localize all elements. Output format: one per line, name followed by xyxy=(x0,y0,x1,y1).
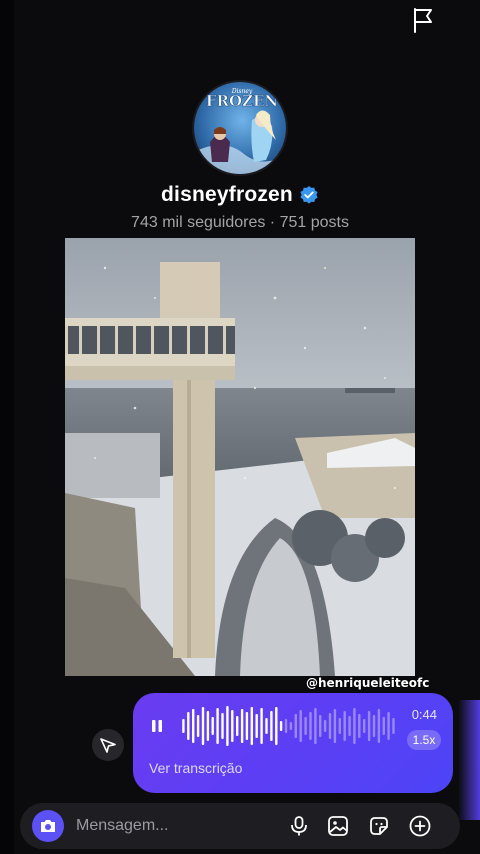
message-composer xyxy=(20,803,460,849)
waveform-bar xyxy=(377,709,381,743)
waveform-bar xyxy=(265,718,268,734)
waveform-bar xyxy=(382,717,385,735)
waveform-bar xyxy=(323,720,327,732)
waveform-bar xyxy=(328,713,332,739)
waveform-bar xyxy=(294,714,297,738)
waveform-bar xyxy=(211,717,214,735)
waveform-bar xyxy=(240,709,244,743)
plus-icon[interactable] xyxy=(408,814,432,838)
waveform-bar xyxy=(236,716,239,736)
flag-icon[interactable] xyxy=(410,6,436,34)
image-icon[interactable] xyxy=(326,814,350,838)
camera-icon[interactable] xyxy=(32,810,64,842)
waveform-bar xyxy=(182,719,185,733)
playback-speed-button[interactable]: 1.5x xyxy=(407,730,441,750)
waveform-bar xyxy=(255,714,258,738)
waveform-bar xyxy=(299,710,302,742)
waveform-bar xyxy=(309,712,312,740)
waveform-bar xyxy=(363,719,366,733)
username-row: disneyfrozen xyxy=(0,183,480,207)
waveform-bar xyxy=(270,711,273,741)
waveform-bar xyxy=(250,707,253,745)
waveform-bar xyxy=(353,708,356,744)
waveform-bar xyxy=(387,712,390,740)
waveform-bar xyxy=(201,707,205,745)
waveform-bar xyxy=(196,715,200,737)
pause-icon[interactable] xyxy=(150,718,164,734)
waveform-bar xyxy=(333,709,337,743)
waveform-bar xyxy=(289,722,293,730)
waveform-bar xyxy=(319,715,322,737)
profile-avatar[interactable]: Disney FROZEN xyxy=(192,80,288,176)
waveform-bar xyxy=(221,713,224,739)
waveform-bar xyxy=(216,708,219,744)
message-input[interactable] xyxy=(76,803,276,849)
waveform-bar xyxy=(392,718,395,734)
side-glow xyxy=(458,700,480,820)
sticker-icon[interactable] xyxy=(367,814,391,838)
post-watermark: @henriqueleiteofc xyxy=(306,676,430,690)
waveform-bar xyxy=(260,708,263,744)
left-edge xyxy=(0,0,14,854)
dm-thread-screen: Disney FROZEN disneyfrozen 743 mil segui… xyxy=(0,0,480,854)
username[interactable]: disneyfrozen xyxy=(161,183,293,207)
waveform-bar xyxy=(275,707,278,745)
waveform-bar xyxy=(192,709,195,743)
waveform-bar xyxy=(314,708,317,744)
microphone-icon[interactable] xyxy=(287,814,311,838)
send-icon[interactable] xyxy=(92,729,124,761)
waveform-bar xyxy=(358,714,361,738)
waveform-bar xyxy=(206,711,210,741)
waveform-bar xyxy=(231,710,234,742)
waveform-bar xyxy=(343,711,346,741)
waveform-bar xyxy=(279,721,283,731)
waveform-bar xyxy=(226,706,229,746)
audio-waveform[interactable] xyxy=(181,705,396,747)
avatar-logo-text: FROZEN xyxy=(206,92,279,110)
waveform-bar xyxy=(338,718,341,734)
verified-badge-icon xyxy=(300,186,318,204)
waveform-bar xyxy=(187,712,190,740)
waveform-bar xyxy=(367,711,371,741)
shared-post-image[interactable] xyxy=(65,238,415,676)
waveform-bar xyxy=(284,719,288,733)
waveform-bar xyxy=(372,715,376,737)
voice-duration: 0:44 xyxy=(411,707,437,722)
waveform-bar xyxy=(245,712,249,740)
profile-stats: 743 mil seguidores · 751 posts xyxy=(131,214,349,231)
view-transcript-link[interactable]: Ver transcrição xyxy=(149,760,242,776)
waveform-bar xyxy=(348,716,351,736)
voice-message-bubble[interactable]: 0:44 1.5x Ver transcrição xyxy=(133,693,453,793)
waveform-bar xyxy=(304,717,307,735)
